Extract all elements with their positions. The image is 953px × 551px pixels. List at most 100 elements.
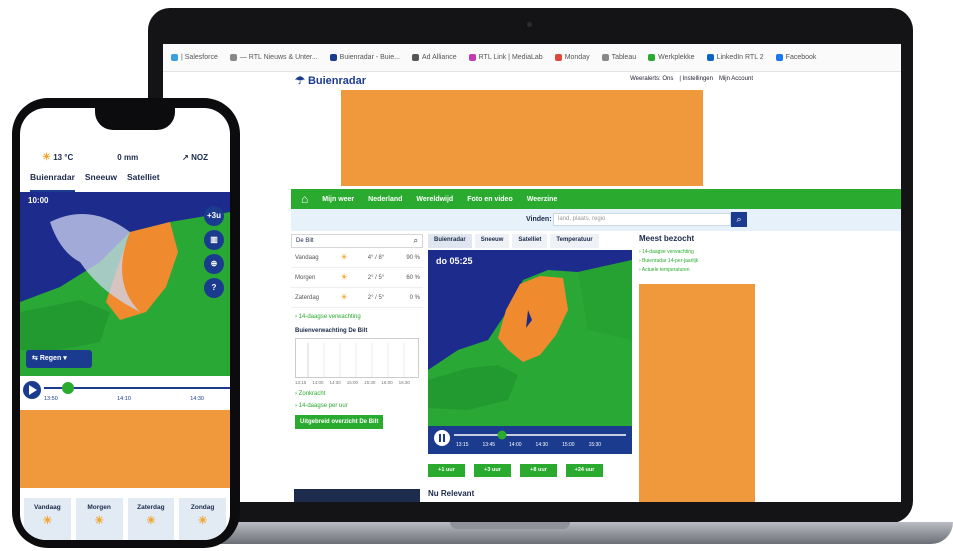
search-icon: ⌕ [413,236,418,245]
chart-tick: 15:30 [364,380,376,385]
phone-day-card[interactable]: Vandaag ☀ [24,498,71,540]
btn-plus-8-uur[interactable]: +8 uur [520,464,557,477]
player-tick: 15:30 [588,442,602,448]
phone-ad-banner[interactable] [20,410,230,488]
btn-plus-3-uur[interactable]: +3 uur [474,464,511,477]
btn-plus-1-uur[interactable]: +1 uur [428,464,465,477]
phone-tab-buienradar[interactable]: Buienradar [30,172,75,192]
weeralerts-link[interactable]: Weeralerts: Ons [630,76,673,82]
layer-icon: ⇆ [32,355,38,362]
radar-map-land [428,260,632,426]
bookmark-icon [554,54,562,61]
timeline-handle [497,430,507,440]
video-thumbnail[interactable] [294,489,420,502]
phone-radar-map[interactable]: 10:00 +3u ▥ ⊕ ? ⇆ Regen ▾ [20,192,230,376]
bookmark-item[interactable]: Buienradar - Buie... [329,54,400,61]
overview-button[interactable]: Uitgebreid overzicht De Bilt [295,415,384,429]
bookmark-icon [601,54,609,61]
bookmark-label: Werkplekke [658,54,695,61]
day-forecast-row[interactable]: Morgen ☀ 2° / 5° 60 % [291,268,423,288]
location-input[interactable]: De Bilt ⌕ [291,234,423,248]
btn-plus-24-uur[interactable]: +24 uur [566,464,603,477]
most-visited-link[interactable]: › Actuele temperaturen [639,267,759,273]
sun-cloud-icon: ☀ [94,515,105,527]
account-link[interactable]: Mijn Account [719,76,753,82]
phone-player: 13:50 14:10 14:30 [20,376,230,406]
search-icon: ⌕ [736,214,742,224]
settings-link[interactable]: | Instellingen [679,76,713,82]
bookmark-item[interactable]: Tableau [601,54,636,61]
most-visited-link[interactable]: › Buienradar 14-per-jaarlijk [639,258,759,264]
radar-map[interactable]: do 05:25 [428,250,632,426]
nav-nederland[interactable]: Nederland [368,196,402,203]
phone-temp-value: 13 °C [53,152,74,162]
bookmark-label: — RTL Nieuws & Unter... [239,54,318,61]
most-visited: Meest bezocht › 14-daagse verwachting › … [639,234,759,273]
location-value: De Bilt [296,238,314,244]
chart-icon[interactable]: ▥ [204,230,224,250]
phone-tab-satelliet[interactable]: Satelliet [127,172,160,192]
help-button[interactable]: ? [204,278,224,298]
bookmark-item[interactable]: LinkedIn RTL 2 [706,54,764,61]
day-forecast-row[interactable]: Zaterdag ☀ 2° / 5° 0 % [291,288,423,308]
wind-icon: ↗ [182,152,189,162]
nav-foto-video[interactable]: Foto en video [467,196,513,203]
home-icon[interactable]: ⌂ [301,193,308,205]
most-visited-link-text: Buienradar 14-per-jaarlijk [642,258,699,264]
day-forecast-row[interactable]: Vandaag ☀ 4° / 8° 90 % [291,248,423,268]
nav-mijn-weer[interactable]: Mijn weer [322,196,354,203]
zoom-icon[interactable]: ⊕ [204,254,224,274]
buienradar-logo[interactable]: ☂ Buienradar [295,74,366,87]
bookmark-item[interactable]: — RTL Nieuws & Unter... [229,54,318,61]
forecast-3h-button[interactable]: +3u [204,206,224,226]
bookmark-item[interactable]: Werkplekke [648,54,695,61]
phone-day-card[interactable]: Morgen ☀ [75,498,123,540]
phone-day-cards: Vandaag ☀ Morgen ☀ Zaterdag ☀ Zondag ☀ [20,498,230,540]
logo-icon: ☂ [295,75,305,87]
search-button[interactable]: ⌕ [731,212,747,227]
link-14day[interactable]: › 14-daagse verwachting [295,314,423,320]
phone-day-card[interactable]: Zaterdag ☀ [127,498,175,540]
tab-temperatuur[interactable]: Temperatuur [550,234,599,248]
forecast-column: De Bilt ⌕ Vandaag ☀ 4° / 8° 90 % Morgen ☀ 2° /… [291,234,423,429]
layer-select[interactable]: ⇆ Regen ▾ [26,350,92,368]
logo-text: Buienradar [307,75,367,87]
link-14day-hourly[interactable]: › 14-daagse per uur [295,403,423,409]
tab-satelliet[interactable]: Satelliet [512,234,548,248]
phone-time-label: 14:10 [117,396,131,402]
layer-value: Regen [39,355,62,362]
ad-banner-side[interactable] [639,284,755,502]
player-ticks: 13:15 13:45 14:00 14:30 15:00 15:30 [456,442,601,448]
link-14day-hourly-text: 14-daagse per uur [298,403,348,409]
nav-wereldwijd[interactable]: Wereldwijd [416,196,453,203]
phone-current-weather: ☀ 13 °C 0 mm ↗ NOZ [20,142,230,172]
chart-tick: 14:30 [329,380,341,385]
most-visited-link[interactable]: › 14-daagse verwachting [639,249,759,255]
bookmark-label: Facebook [785,54,817,61]
phone-tab-sneeuw[interactable]: Sneeuw [85,172,117,192]
player-tick: 14:00 [509,442,522,448]
bookmark-icon [648,54,656,61]
bookmark-item[interactable]: | Salesforce [171,54,218,61]
phone-day-card[interactable]: Zondag ☀ [179,498,226,540]
sun-cloud-icon: ☀ [339,272,349,282]
search-bar: Vinden: land, plaats, regio ⌕ [291,209,901,231]
link-zonkracht[interactable]: › Zonkracht [295,391,423,397]
ad-banner-top[interactable] [341,90,703,186]
search-input[interactable]: land, plaats, regio [553,213,731,226]
bookmark-item[interactable]: Facebook [775,54,817,61]
laptop-notch [450,522,570,529]
nav-weerzine[interactable]: Weerzine [527,196,558,203]
tab-sneeuw[interactable]: Sneeuw [474,234,510,248]
player-tick: 13:15 [456,442,469,448]
phone-day-name: Vandaag [34,504,61,511]
bookmark-label: Ad Alliance [421,54,457,61]
bookmark-item[interactable]: RTL Link | MediaLab [468,54,543,61]
chart-tick: 15:00 [346,380,359,385]
chart-tick: 16:00 [381,380,393,385]
bookmark-item[interactable]: Monday [554,54,590,61]
bookmark-icon [468,54,476,61]
phone-notch [95,98,175,130]
bookmark-item[interactable]: Ad Alliance [411,54,457,61]
tab-buienradar[interactable]: Buienradar [428,234,472,248]
